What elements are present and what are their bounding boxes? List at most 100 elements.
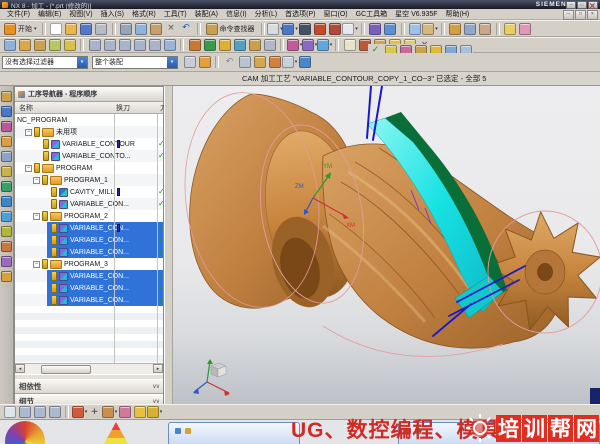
- navigator-column-header[interactable]: 名称 换刀 刀: [15, 102, 163, 114]
- navigator-row[interactable]: CAVITY_MILL✓: [15, 186, 163, 198]
- edge-display-button[interactable]: [328, 22, 343, 36]
- menu-item[interactable]: 工具(T): [160, 9, 191, 19]
- start-menu-button[interactable]: 开始▾: [2, 22, 39, 36]
- expand-toggle-icon[interactable]: −: [33, 213, 40, 220]
- constraint-navigator-icon[interactable]: [1, 105, 12, 118]
- expand-toggle-icon[interactable]: −: [25, 165, 32, 172]
- select-tool-button[interactable]: [2, 405, 17, 419]
- doc-restore-button[interactable]: □: [575, 10, 586, 20]
- open-file-button[interactable]: [64, 22, 79, 36]
- snap-vertex-button[interactable]: [32, 405, 47, 419]
- window-minimize-button[interactable]: ─: [566, 1, 576, 9]
- select-face-button[interactable]: [267, 55, 282, 69]
- menu-item[interactable]: 文件(F): [3, 9, 34, 19]
- snap-quadrant-button[interactable]: [147, 38, 162, 52]
- navigator-tree[interactable]: NC_PROGRAM−未用项VARIABLE_CONTOUR✓ VARIABLE_…: [15, 114, 163, 363]
- process-studio-icon[interactable]: [1, 225, 12, 238]
- wcs-dynamics-button[interactable]: [62, 38, 77, 52]
- pattern-tool-button[interactable]: ▾: [302, 38, 317, 52]
- combo-caret-icon[interactable]: ▾: [167, 57, 177, 68]
- navigator-row[interactable]: −PROGRAM: [15, 162, 163, 174]
- navigator-row[interactable]: −PROGRAM_2: [15, 210, 163, 222]
- combo-caret-icon[interactable]: ▾: [77, 57, 87, 68]
- assembly-load-button[interactable]: [408, 22, 423, 36]
- post-process-button[interactable]: [232, 38, 247, 52]
- reuse-library-icon[interactable]: [1, 165, 12, 178]
- navigator-row[interactable]: NC_PROGRAM: [15, 114, 163, 126]
- system-materials-icon[interactable]: [1, 270, 12, 283]
- work-plane-button[interactable]: [197, 55, 212, 69]
- snap-end-point-button[interactable]: [87, 38, 102, 52]
- render-style-button[interactable]: [298, 22, 313, 36]
- scrollbar-thumb[interactable]: [41, 365, 91, 374]
- snap-handle-button[interactable]: [17, 405, 32, 419]
- doc-minimize-button[interactable]: ─: [563, 10, 574, 20]
- edit-display-button[interactable]: [17, 38, 32, 52]
- view-orient-button[interactable]: [463, 22, 478, 36]
- layout-button[interactable]: ▾: [343, 22, 358, 36]
- snap-intersection-button[interactable]: [117, 38, 132, 52]
- menu-item[interactable]: 首选项(P): [281, 9, 319, 19]
- navigator-row[interactable]: VARIABLE_CONTOUR✓: [15, 138, 163, 150]
- dependencies-panel-header[interactable]: 相依性 ∨∨: [15, 379, 163, 394]
- snap-mid-point-button[interactable]: [102, 38, 117, 52]
- window-display-button[interactable]: ▾: [268, 22, 283, 36]
- chevron-expand-icon[interactable]: ∨∨: [152, 383, 159, 390]
- highlight-button[interactable]: [252, 55, 267, 69]
- menu-item[interactable]: 分析(L): [251, 9, 282, 19]
- print-button[interactable]: [94, 22, 109, 36]
- menu-item[interactable]: 视图(V): [65, 9, 96, 19]
- menu-item[interactable]: 信息(I): [222, 9, 251, 19]
- plus-point-button[interactable]: +: [87, 405, 102, 419]
- menu-item[interactable]: 窗口(O): [320, 9, 352, 19]
- navigator-row[interactable]: VARIABLE_CON...✓: [15, 294, 163, 306]
- cut-button[interactable]: [119, 22, 134, 36]
- undo-selection-button[interactable]: ↶: [222, 55, 237, 69]
- manufacturing-assistant-icon[interactable]: [1, 240, 12, 253]
- navigator-row[interactable]: −未用项: [15, 126, 163, 138]
- operation-navigator-icon[interactable]: [1, 135, 12, 148]
- column-name[interactable]: 名称: [19, 103, 33, 113]
- graphics-viewport[interactable]: ZM YM XM: [173, 86, 600, 404]
- command-finder-button[interactable]: 命令查找器: [204, 22, 258, 36]
- simulate-machine-button[interactable]: [217, 38, 232, 52]
- layer-settings-button[interactable]: [47, 38, 62, 52]
- delete-button[interactable]: ×: [164, 22, 179, 36]
- preferences-button[interactable]: [478, 22, 493, 36]
- menu-item[interactable]: 格式(R): [128, 9, 160, 19]
- expand-toggle-icon[interactable]: −: [33, 177, 40, 184]
- navigator-row[interactable]: VARIABLE_CON...✓: [15, 222, 163, 234]
- snap-curve-button[interactable]: [47, 405, 62, 419]
- navigator-row[interactable]: −PROGRAM_1: [15, 174, 163, 186]
- snap-existing-point-button[interactable]: [162, 38, 177, 52]
- column-toolchange[interactable]: 换刀: [116, 103, 130, 113]
- help-card-button[interactable]: [518, 22, 533, 36]
- expand-toggle-icon[interactable]: −: [25, 129, 32, 136]
- list-toolpath-button[interactable]: [247, 38, 262, 52]
- role-card-button[interactable]: [503, 22, 518, 36]
- save-button[interactable]: [79, 22, 94, 36]
- snap-arc-center-button[interactable]: [132, 38, 147, 52]
- generate-toolpath-button[interactable]: [187, 38, 202, 52]
- note-button[interactable]: [342, 38, 357, 52]
- navigator-row[interactable]: VARIABLE_CON...✓: [15, 270, 163, 282]
- menu-item[interactable]: 星空 V6.935F: [391, 9, 441, 19]
- deselect-all-button[interactable]: [237, 55, 252, 69]
- copy-button[interactable]: [134, 22, 149, 36]
- navigator-row[interactable]: −PROGRAM_3: [15, 258, 163, 270]
- paste-button[interactable]: [149, 22, 164, 36]
- scroll-left-arrow-icon[interactable]: ◂: [15, 364, 25, 373]
- coin-stack-button[interactable]: ▾: [147, 405, 162, 419]
- rose-display-button[interactable]: ▾: [72, 405, 87, 419]
- curve-tool-button[interactable]: ▾: [317, 38, 332, 52]
- navigator-row[interactable]: VARIABLE_CON...✓: [15, 198, 163, 210]
- horizontal-scrollbar[interactable]: ◂ ▸: [15, 363, 163, 374]
- magnify-button[interactable]: [132, 405, 147, 419]
- object-display-button[interactable]: [2, 38, 17, 52]
- shop-doc-button[interactable]: [262, 38, 277, 52]
- history-palette-icon[interactable]: [1, 210, 12, 223]
- part-navigator-icon[interactable]: [1, 120, 12, 133]
- curve-rule-button[interactable]: ▾: [102, 405, 117, 419]
- navigator-row[interactable]: VARIABLE_CON...✓: [15, 282, 163, 294]
- scroll-right-arrow-icon[interactable]: ▸: [153, 364, 163, 373]
